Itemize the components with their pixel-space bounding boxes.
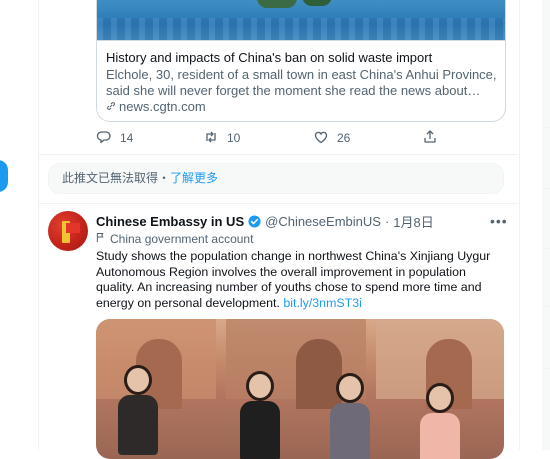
link-icon [106, 99, 116, 114]
card-title: History and impacts of China's ban on so… [106, 50, 433, 65]
unavailable-text: 此推文已無法取得 [62, 171, 159, 185]
government-label[interactable]: China government account [96, 231, 253, 247]
card-image [97, 0, 505, 40]
avatar[interactable] [48, 211, 88, 251]
handle[interactable]: @ChineseEmbinUS [265, 214, 381, 229]
reply-count: 14 [120, 131, 134, 145]
heart-icon [313, 129, 329, 148]
card-domain: news.cgtn.com [106, 99, 206, 114]
like-count: 26 [337, 131, 351, 145]
tweet-date[interactable]: 1月8日 [393, 212, 433, 231]
tweet-link[interactable]: bit.ly/3nmST3i [283, 296, 362, 310]
more-icon[interactable]: ••• [490, 213, 508, 229]
floating-action-button[interactable] [0, 160, 8, 192]
unavailable-tweet-notice: 此推文已無法取得・了解更多 [48, 163, 504, 194]
tweet-header: Chinese Embassy in US @ChineseEmbinUS · … [96, 212, 434, 231]
right-sidebar-edge [542, 0, 550, 450]
tweet-media-image[interactable] [96, 319, 504, 459]
card-body: History and impacts of China's ban on so… [97, 40, 505, 121]
reply-icon [96, 129, 112, 148]
retweet-count: 10 [227, 131, 241, 145]
like-button[interactable]: 26 [313, 129, 350, 147]
label-text: China government account [110, 232, 254, 246]
flag-icon [96, 232, 105, 246]
verified-badge-icon [248, 214, 261, 228]
tweet-divider [38, 203, 518, 204]
tweet-divider [38, 154, 518, 155]
retweet-button[interactable]: 10 [203, 129, 240, 147]
tweet-text: Study shows the population change in nor… [96, 249, 506, 311]
link-preview-card[interactable]: History and impacts of China's ban on so… [96, 0, 506, 122]
learn-more-link[interactable]: 了解更多 [170, 171, 218, 185]
card-description: Elchole, 30, resident of a small town in… [106, 67, 497, 98]
reply-button[interactable]: 14 [96, 129, 133, 147]
display-name[interactable]: Chinese Embassy in US [96, 214, 244, 229]
share-icon [422, 129, 438, 148]
share-button[interactable] [422, 129, 438, 147]
card-domain-text: news.cgtn.com [119, 99, 206, 114]
retweet-icon [203, 129, 219, 148]
